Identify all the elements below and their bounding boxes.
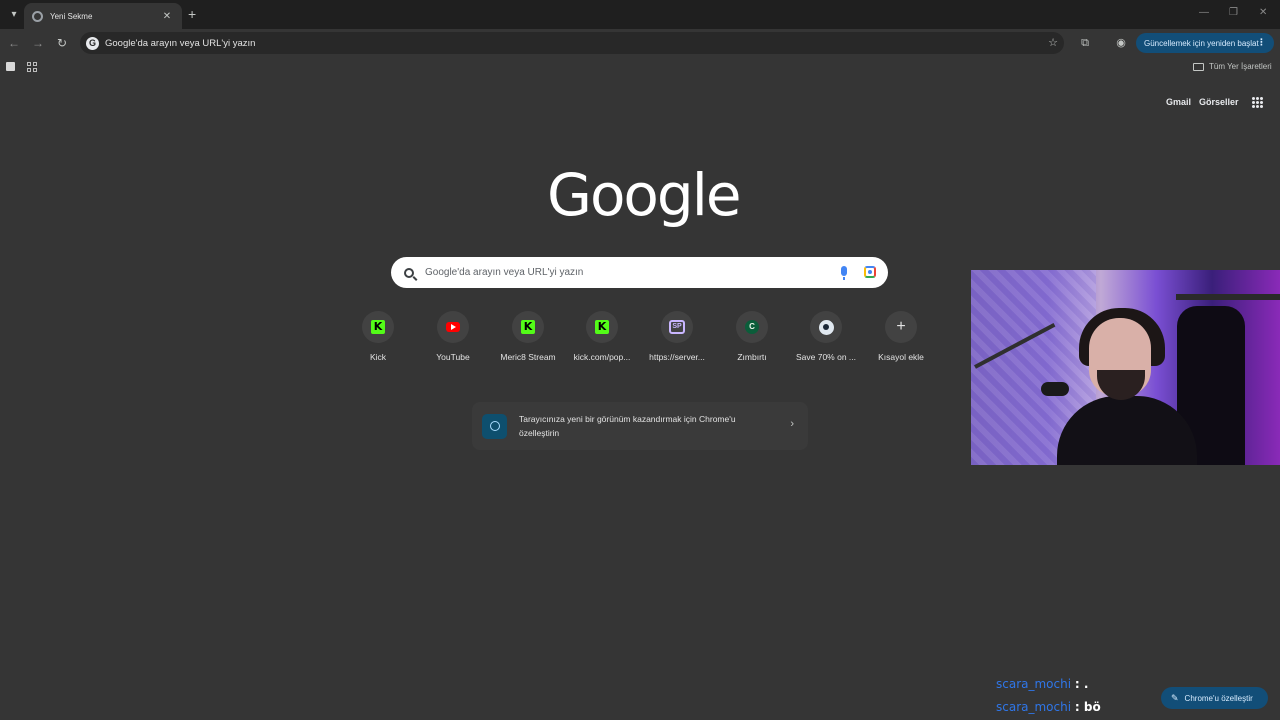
shortcut-label: https://server...: [649, 352, 705, 362]
google-logo: Google: [547, 161, 742, 229]
customize-chrome-card[interactable]: Tarayıcınıza yeni bir görünüm kazandırma…: [472, 402, 808, 450]
shortcut-kick[interactable]: K Kick: [341, 310, 415, 366]
reload-icon[interactable]: ↻: [54, 35, 70, 51]
shortcut-label: Kısayol ekle: [878, 352, 924, 362]
search-icon: [404, 267, 414, 278]
all-bookmarks-button[interactable]: Tüm Yer İşaretleri: [1193, 62, 1272, 71]
images-link[interactable]: Görseller: [1199, 97, 1239, 107]
search-placeholder: Google'da arayın veya URL'yi yazın: [425, 267, 584, 278]
chat-text: : bö: [1074, 700, 1101, 714]
folder-icon: [1193, 62, 1204, 71]
chat-message: scara_mochi : bö: [996, 700, 1101, 714]
google-lens-icon[interactable]: [864, 266, 876, 278]
microphone-icon[interactable]: [841, 266, 847, 280]
address-bar-text: Google'da arayın veya URL'yi yazın: [105, 37, 256, 49]
tab-new-tab[interactable]: Yeni Sekme ✕: [24, 3, 182, 29]
extensions-icon[interactable]: ⧉: [1078, 36, 1092, 50]
palette-icon: [482, 413, 507, 439]
bookmark-page-icon[interactable]: [6, 62, 15, 71]
chat-username: scara_mochi: [996, 677, 1072, 691]
tab-close-icon[interactable]: ✕: [160, 11, 174, 22]
toolbar: ← → ↻ G Google'da arayın veya URL'yi yaz…: [0, 29, 1280, 57]
shortcuts-grid: K Kick YouTube K Meric8 Stream K kick.co…: [341, 310, 939, 370]
plus-icon: +: [896, 318, 906, 335]
tab-strip: ▾ Yeni Sekme ✕ + — ❐ ✕: [0, 0, 1280, 29]
bookmarks-bar: Tüm Yer İşaretleri: [0, 57, 1280, 77]
chevron-right-icon: ›: [790, 418, 794, 430]
shortcut-label: Save 70% on ...: [795, 352, 856, 362]
chat-message: scara_mochi : .: [996, 677, 1088, 691]
pencil-icon: ✎: [1171, 692, 1179, 703]
shortcut-label: kick.com/pop...: [573, 352, 631, 362]
microphone-image: [1041, 382, 1069, 396]
letter-c-icon: C: [745, 320, 759, 334]
customize-chrome-label: Chrome'u özelleştir: [1184, 693, 1253, 703]
google-apps-icon[interactable]: [1252, 97, 1263, 108]
webcam-overlay: [971, 270, 1280, 465]
google-icon: G: [86, 36, 99, 50]
update-restart-button[interactable]: Güncellemek için yeniden başlat ⋮: [1136, 33, 1274, 53]
tab-search-chevron-icon[interactable]: ▾: [6, 6, 22, 22]
minimize-icon[interactable]: —: [1199, 7, 1209, 18]
server-icon: SP: [669, 320, 685, 334]
customize-card-text: Tarayıcınıza yeni bir görünüm kazandırma…: [519, 414, 736, 438]
chrome-icon: [32, 10, 43, 22]
forward-icon[interactable]: →: [30, 35, 46, 51]
shortcut-label: YouTube: [436, 352, 470, 362]
shortcut-zimbirti[interactable]: C Zımbırtı: [715, 310, 789, 366]
close-window-icon[interactable]: ✕: [1259, 7, 1267, 18]
kick-icon: K: [521, 320, 535, 334]
shortcut-label: Meric8 Stream: [500, 352, 556, 362]
update-restart-label: Güncellemek için yeniden başlat: [1144, 38, 1259, 48]
kick-icon: K: [595, 320, 609, 334]
youtube-icon: [446, 322, 460, 332]
shortcut-meric8-stream[interactable]: K Meric8 Stream: [491, 310, 565, 366]
search-box[interactable]: Google'da arayın veya URL'yi yazın: [391, 257, 888, 288]
address-bar[interactable]: G Google'da arayın veya URL'yi yazın ☆: [80, 32, 1064, 54]
chat-text: : .: [1074, 677, 1089, 691]
gmail-link[interactable]: Gmail: [1166, 97, 1191, 107]
chat-username: scara_mochi: [996, 700, 1072, 714]
new-tab-button[interactable]: +: [188, 6, 196, 22]
shortcut-kick-pop[interactable]: K kick.com/pop...: [565, 310, 639, 366]
more-menu-icon[interactable]: ⋮: [1257, 37, 1266, 48]
shortcut-label: Zımbırtı: [737, 352, 767, 362]
customize-chrome-button[interactable]: ✎ Chrome'u özelleştir: [1161, 687, 1268, 709]
restore-icon[interactable]: ❐: [1229, 7, 1238, 18]
back-icon[interactable]: ←: [6, 35, 22, 51]
bookmark-star-icon[interactable]: ☆: [1048, 36, 1058, 49]
shortcut-label: Kick: [369, 352, 387, 362]
steam-icon: [818, 319, 834, 335]
tab-title: Yeni Sekme: [50, 11, 93, 21]
all-bookmarks-label: Tüm Yer İşaretleri: [1209, 62, 1272, 71]
profile-icon[interactable]: ◉: [1114, 36, 1128, 50]
shortcut-server[interactable]: SP https://server...: [640, 310, 714, 366]
apps-bookmark-icon[interactable]: [27, 62, 37, 72]
shortcut-youtube[interactable]: YouTube: [416, 310, 490, 366]
kick-icon: K: [371, 320, 385, 334]
shortcut-steam[interactable]: Save 70% on ...: [789, 310, 863, 366]
shortcut-add[interactable]: + Kısayol ekle: [864, 310, 938, 366]
